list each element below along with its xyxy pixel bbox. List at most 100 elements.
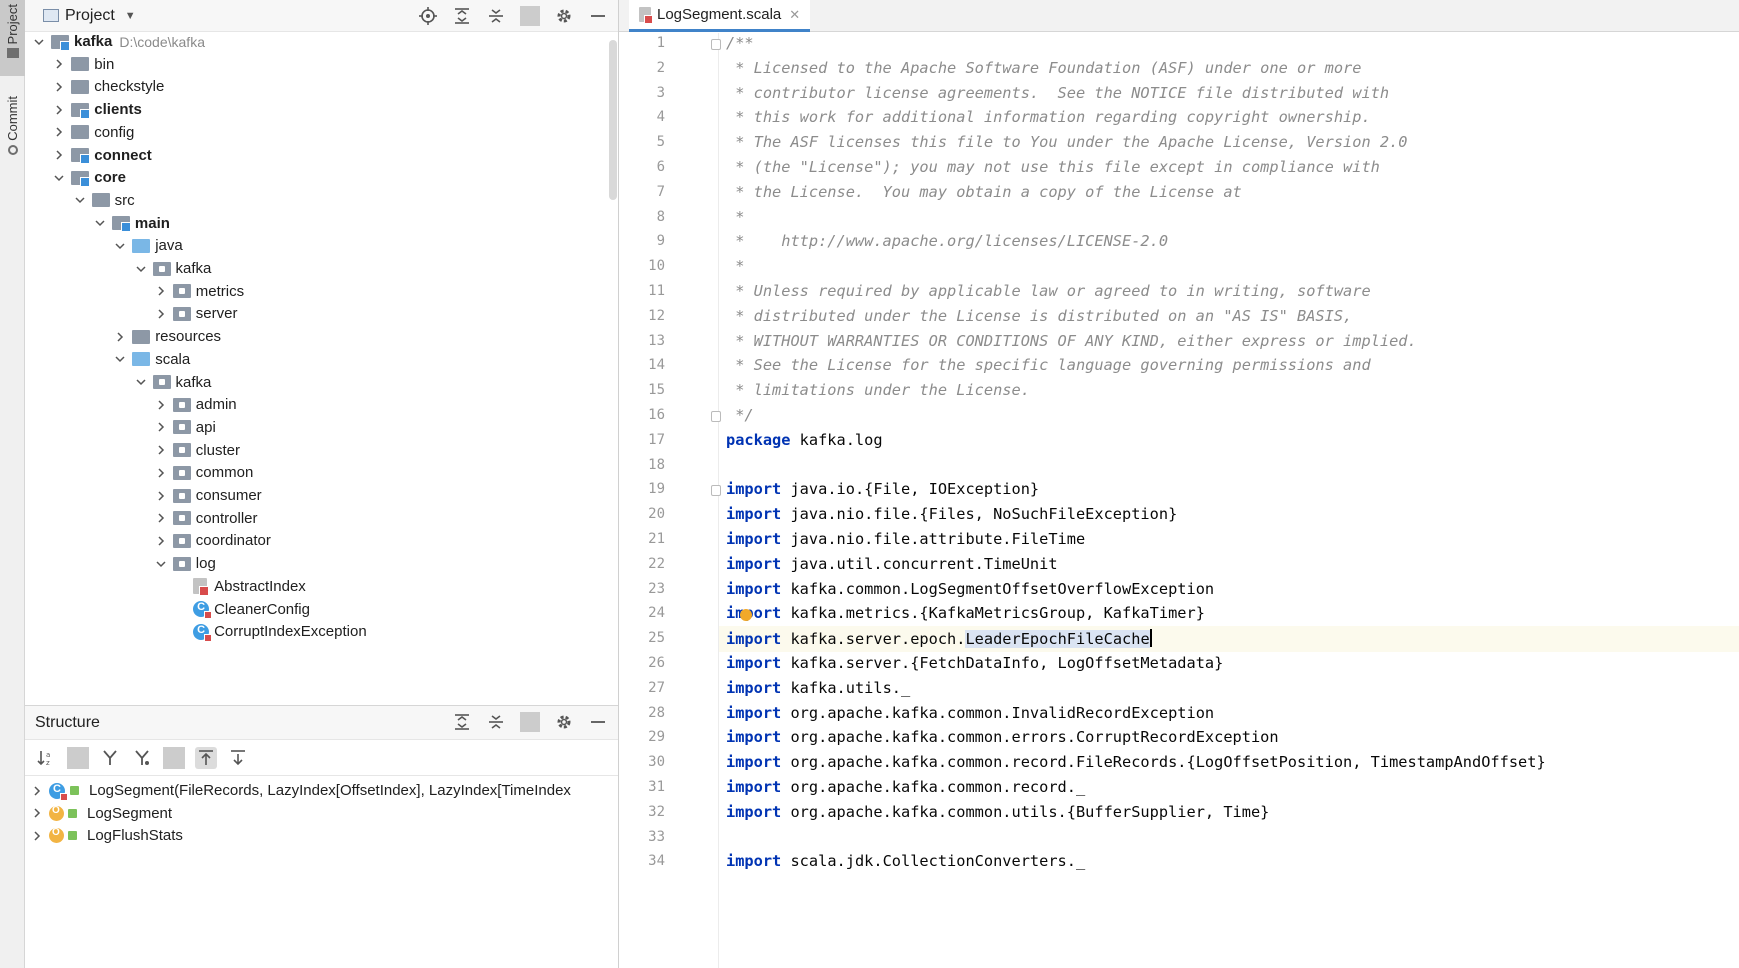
chevron-down-icon[interactable] — [133, 374, 149, 390]
tree-item[interactable]: admin — [153, 392, 237, 417]
chevron-down-icon[interactable] — [112, 351, 128, 367]
code-line[interactable]: import kafka.utils._ — [726, 679, 910, 697]
chevron-right-icon[interactable] — [153, 465, 169, 481]
chevron-right-icon[interactable] — [51, 124, 67, 140]
code-line[interactable]: package kafka.log — [726, 431, 883, 449]
minimize-icon[interactable] — [588, 6, 608, 26]
code-line[interactable]: import java.nio.file.attribute.FileTime — [726, 530, 1085, 548]
tree-item[interactable]: api — [153, 415, 216, 440]
show-fields-icon[interactable] — [131, 747, 153, 769]
line-number-gutter[interactable]: 1 2 3 4 5 6 7 8 9 10 11 12 13 14 15 16 17 18 19 20 21 22 23 24 2… — [619, 33, 721, 968]
fold-marker-icon[interactable] — [711, 485, 721, 497]
fold-marker-icon[interactable] — [711, 411, 721, 422]
chevron-down-icon[interactable] — [31, 34, 47, 50]
tree-scrollbar[interactable] — [609, 40, 617, 200]
code-line[interactable]: */ — [726, 406, 753, 424]
chevron-down-icon[interactable] — [153, 556, 169, 572]
locate-icon[interactable] — [418, 6, 438, 26]
tree-item[interactable]: java — [112, 233, 183, 258]
gear-icon[interactable] — [554, 712, 574, 732]
chevron-right-icon[interactable] — [51, 102, 67, 118]
code-line[interactable]: import kafka.server.{FetchDataInfo, LogO… — [726, 654, 1223, 672]
editor-tab-logsegment[interactable]: LogSegment.scala ✕ — [629, 0, 811, 32]
chevron-right-icon[interactable] — [153, 419, 169, 435]
structure-item[interactable]: LogSegment(FileRecords, LazyIndex[Offset… — [29, 778, 571, 803]
code-line[interactable]: * limitations under the License. — [726, 381, 1030, 399]
chevron-right-icon[interactable] — [112, 329, 128, 345]
code-line[interactable]: import java.nio.file.{Files, NoSuchFileE… — [726, 505, 1177, 523]
code-line[interactable]: import java.io.{File, IOException} — [726, 480, 1039, 498]
tree-item[interactable]: resources — [112, 324, 221, 349]
tree-item[interactable]: server — [153, 301, 237, 326]
tree-item[interactable]: bin — [51, 52, 114, 77]
code-line[interactable]: import org.apache.kafka.common.record._ — [726, 778, 1085, 796]
tree-item[interactable]: CorruptIndexException — [173, 619, 367, 644]
commit-tool-tab[interactable]: Commit — [0, 96, 25, 172]
chevron-down-icon[interactable] — [133, 261, 149, 277]
chevron-down-icon[interactable] — [112, 238, 128, 254]
chevron-right-icon[interactable] — [153, 488, 169, 504]
tree-item[interactable]: consumer — [153, 483, 262, 508]
tree-item[interactable]: metrics — [153, 279, 244, 304]
chevron-down-icon[interactable]: ▼ — [125, 10, 136, 22]
chevron-down-icon[interactable] — [51, 170, 67, 186]
chevron-right-icon[interactable] — [153, 442, 169, 458]
code-line[interactable]: * the License. You may obtain a copy of … — [726, 183, 1242, 201]
chevron-right-icon[interactable] — [29, 783, 45, 799]
tree-item[interactable]: src — [72, 188, 135, 213]
code-line[interactable]: import org.apache.kafka.common.errors.Co… — [726, 728, 1279, 746]
chevron-down-icon[interactable] — [92, 215, 108, 231]
chevron-right-icon[interactable] — [51, 147, 67, 163]
code-line[interactable]: import scala.jdk.CollectionConverters._ — [726, 852, 1085, 870]
code-line[interactable]: * — [726, 208, 744, 226]
tree-item[interactable]: connect — [51, 143, 152, 168]
code-line[interactable]: import org.apache.kafka.common.utils.{Bu… — [726, 803, 1269, 821]
chevron-down-icon[interactable] — [72, 192, 88, 208]
chevron-right-icon[interactable] — [29, 805, 45, 821]
chevron-right-icon[interactable] — [153, 397, 169, 413]
autoscroll-from-source-icon[interactable] — [227, 747, 249, 769]
code-line[interactable]: * See the License for the specific langu… — [726, 356, 1370, 374]
code-line[interactable]: import org.apache.kafka.common.InvalidRe… — [726, 704, 1214, 722]
code-line[interactable]: * The ASF licenses this file to You unde… — [726, 133, 1407, 151]
chevron-right-icon[interactable] — [51, 56, 67, 72]
structure-item[interactable]: LogFlushStats — [29, 823, 183, 848]
chevron-right-icon[interactable] — [153, 306, 169, 322]
project-panel-title[interactable]: Project — [65, 7, 115, 25]
code-line[interactable]: import kafka.metrics.{KafkaMetricsGroup,… — [726, 604, 1205, 622]
tree-item[interactable]: core — [51, 165, 126, 190]
code-line[interactable]: * Unless required by applicable law or a… — [726, 282, 1370, 300]
tree-item[interactable]: cluster — [153, 438, 240, 463]
chevron-right-icon[interactable] — [51, 79, 67, 95]
tree-item[interactable]: coordinator — [153, 528, 271, 553]
collapse-all-icon[interactable] — [486, 712, 506, 732]
code-line[interactable]: * WITHOUT WARRANTIES OR CONDITIONS OF AN… — [726, 332, 1417, 350]
autoscroll-to-source-icon[interactable] — [195, 746, 217, 769]
tree-item[interactable]: config — [51, 120, 134, 145]
chevron-right-icon[interactable] — [29, 828, 45, 844]
close-icon[interactable]: ✕ — [789, 7, 800, 23]
gear-icon[interactable] — [554, 6, 574, 26]
chevron-right-icon[interactable] — [153, 533, 169, 549]
tree-item[interactable]: log — [153, 551, 216, 576]
code-line[interactable]: import kafka.server.epoch.LeaderEpochFil… — [726, 629, 1152, 649]
collapse-all-icon[interactable] — [486, 6, 506, 26]
code-line[interactable]: * http://www.apache.org/licenses/LICENSE… — [726, 232, 1168, 250]
code-line[interactable]: import org.apache.kafka.common.record.Fi… — [726, 753, 1546, 771]
structure-item[interactable]: LogSegment — [29, 801, 172, 826]
tree-item[interactable]: CleanerConfig — [173, 597, 310, 622]
code-line[interactable]: import java.util.concurrent.TimeUnit — [726, 555, 1058, 573]
tree-item[interactable]: controller — [153, 506, 258, 531]
code-area[interactable]: 1 2 3 4 5 6 7 8 9 10 11 12 13 14 15 16 17 18 19 20 21 22 23 24 2… — [619, 33, 1739, 968]
chevron-right-icon[interactable] — [153, 510, 169, 526]
tree-item[interactable]: common — [153, 460, 253, 485]
code-line[interactable]: import kafka.common.LogSegmentOffsetOver… — [726, 580, 1214, 598]
code-line[interactable]: * distributed under the License is distr… — [726, 307, 1352, 325]
fold-marker-icon[interactable] — [711, 39, 721, 50]
project-tool-tab[interactable]: Project — [0, 0, 25, 76]
code-line[interactable]: * — [726, 257, 744, 275]
code-line[interactable]: * contributor license agreements. See th… — [726, 84, 1389, 102]
tree-item[interactable]: clients — [51, 97, 142, 122]
show-inherited-icon[interactable] — [99, 747, 121, 769]
chevron-right-icon[interactable] — [153, 283, 169, 299]
